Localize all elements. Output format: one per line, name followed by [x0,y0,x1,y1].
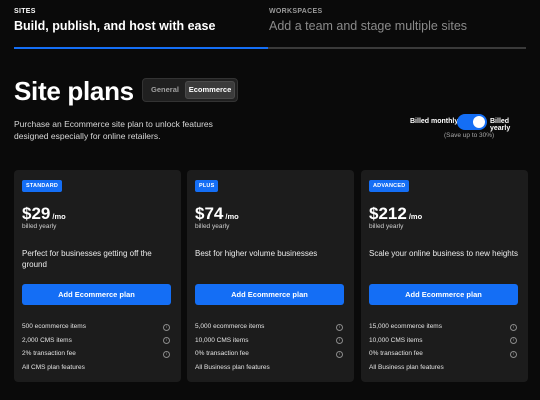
plan-description: Best for higher volume businesses [195,249,318,258]
tab-divider [268,47,526,49]
feature-item: 10,000 CMS items i [195,334,344,348]
price-amount: $74 [195,204,224,223]
plan-card-advanced: ADVANCED $212/mo billed yearly Scale you… [361,170,528,382]
info-circle-icon[interactable]: i [336,323,343,331]
plan-type-switch: General Ecommerce [142,78,238,102]
billing-period-note: billed yearly [22,223,57,230]
tab-sites[interactable]: SITES Build, publish, and host with ease [14,8,268,48]
feature-label: 10,000 CMS items [369,336,423,344]
plan-card-standard: STANDARD $29/mo billed yearly Perfect fo… [14,170,181,382]
feature-label: 0% transaction fee [369,350,423,357]
plan-price: $212/mo [369,204,422,224]
plan-badge: PLUS [195,180,219,192]
feature-item: All Business plan features [195,361,344,375]
plan-card-plus: PLUS $74/mo billed yearly Best for highe… [187,170,354,382]
tab-sites-kicker: SITES [14,8,36,15]
price-period: /mo [225,212,239,221]
info-circle-icon[interactable]: i [336,337,343,344]
feature-label: 2% transaction fee [22,350,76,357]
billing-toggle-group: Billed monthly Billed yearly (Save up to… [410,114,530,142]
feature-label: All Business plan features [195,363,270,371]
tab-workspaces-headline: Add a team and stage multiple sites [269,19,468,33]
switch-general-button[interactable]: General [146,81,184,99]
intro-text: Purchase an Ecommerce site plan to unloc… [14,119,213,141]
feature-list: 500 ecommerce items i 2,000 CMS items i 2%… [22,320,171,374]
feature-item: 5,000 ecommerce items i [195,320,344,334]
info-circle-icon[interactable]: i [510,350,517,358]
tab-sites-headline: Build, publish, and host with ease [14,19,216,33]
add-standard-plan-button[interactable]: Add Ecommerce plan [22,284,171,305]
price-period: /mo [408,212,423,221]
feature-label: 10,000 CMS items [195,336,249,344]
savings-note: (Save up to 30%) [444,132,495,139]
feature-label: 500 ecommerce items [22,323,86,330]
feature-label: 15,000 ecommerce items [369,323,442,330]
plan-description: Scale your online business to new height… [369,249,518,258]
info-circle-icon[interactable]: i [163,323,170,331]
switch-ecommerce-button[interactable]: Ecommerce [185,81,235,99]
info-circle-icon[interactable]: i [510,323,517,331]
feature-item: All Business plan features [369,361,518,375]
billed-yearly-label[interactable]: Billed yearly [490,118,530,132]
feature-list: 15,000 ecommerce items i 10,000 CMS items… [369,320,518,374]
add-plus-plan-button[interactable]: Add Ecommerce plan [195,284,344,305]
feature-label: 5,000 ecommerce items [195,323,265,330]
page-title: Site plans [14,76,134,106]
info-circle-icon[interactable]: i [163,350,170,358]
plan-badge: STANDARD [22,180,63,192]
feature-item: 2,000 CMS items i [22,334,171,348]
billed-monthly-label[interactable]: Billed monthly [410,118,458,125]
plan-description: Perfect for businesses getting off the g… [22,249,152,269]
info-circle-icon[interactable]: i [163,337,170,344]
billing-period-note: billed yearly [369,223,404,230]
feature-item: 0% transaction fee i [195,347,344,361]
plan-price: $74/mo [195,204,239,224]
feature-item: All CMS plan features [22,361,171,375]
feature-item: 15,000 ecommerce items i [369,320,518,334]
info-circle-icon[interactable]: i [510,337,517,344]
tab-active-indicator [14,47,268,49]
price-amount: $212 [369,204,407,223]
tab-workspaces[interactable]: WORKSPACES Add a team and stage multiple… [269,8,526,48]
add-advanced-plan-button[interactable]: Add Ecommerce plan [369,284,518,305]
price-amount: $29 [22,204,51,223]
feature-item: 0% transaction fee i [369,347,518,361]
feature-label: 0% transaction fee [195,350,249,357]
feature-label: All CMS plan features [22,363,85,371]
feature-item: 500 ecommerce items i [22,320,171,334]
feature-label: All Business plan features [369,363,444,371]
plan-badge: ADVANCED [369,180,410,192]
toggle-knob [473,116,485,128]
feature-label: 2,000 CMS items [22,336,72,344]
price-period: /mo [52,212,66,221]
feature-item: 10,000 CMS items i [369,334,518,348]
plan-price: $29/mo [22,204,66,224]
tab-workspaces-kicker: WORKSPACES [269,8,323,15]
feature-item: 2% transaction fee i [22,347,171,361]
info-circle-icon[interactable]: i [336,350,343,358]
billing-toggle[interactable] [457,114,487,130]
feature-list: 5,000 ecommerce items i 10,000 CMS items i… [195,320,344,374]
top-tabs: SITES Build, publish, and host with ease… [14,8,526,50]
billing-period-note: billed yearly [195,223,230,230]
